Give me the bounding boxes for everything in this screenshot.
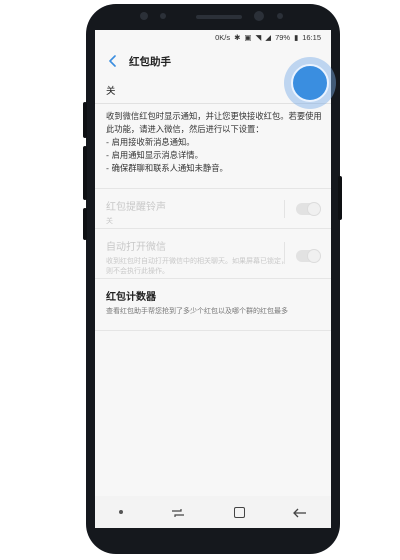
battery-icon: ▮ <box>294 32 299 42</box>
ringtone-toggle[interactable] <box>296 202 321 216</box>
volume-down-button <box>83 146 87 200</box>
back-arrow-icon[interactable] <box>292 503 307 522</box>
signal-icon: ◢ <box>265 32 272 42</box>
home-icon[interactable] <box>233 506 245 518</box>
nfc-icon: ▣ <box>244 32 252 42</box>
setting-title: 自动打开微信 <box>106 242 166 253</box>
description-line: - 启用通知显示消息详情。 <box>106 150 203 160</box>
chevron-left-icon[interactable] <box>103 51 123 71</box>
setting-subtitle: 关 <box>106 217 113 225</box>
page-title: 红包助手 <box>129 55 171 68</box>
front-camera <box>254 11 264 21</box>
description-line: - 确保群聊和联系人通知未静音。 <box>106 163 228 173</box>
sensor-dot <box>277 13 283 19</box>
setting-subtitle: 收到红包时自动打开微信中的相关聊天。如果屏幕已锁定，则不会执行此操作。 <box>106 257 288 275</box>
power-button <box>338 176 342 220</box>
description-text: 收到微信红包时显示通知，并让您更快接收红包。若要使用此功能，请进入微信，然后进行… <box>106 110 324 175</box>
nav-dot-icon <box>119 510 124 514</box>
divider <box>95 188 331 189</box>
bixby-button <box>83 208 87 240</box>
setting-title: 红包计数器 <box>106 292 156 303</box>
setting-subtitle: 查看红包助手帮您抢到了多少个红包以及哪个群的红包最多 <box>106 307 288 315</box>
wifi-icon: ◥ <box>255 32 262 42</box>
recent-apps-icon[interactable] <box>171 503 185 522</box>
divider <box>284 200 285 218</box>
divider <box>95 278 331 279</box>
network-speed: 0K/s <box>215 32 231 42</box>
earpiece-speaker <box>196 15 242 19</box>
master-switch-label: 关 <box>106 85 116 97</box>
volume-up-button <box>83 102 87 138</box>
sensor-dot <box>160 13 166 19</box>
bluetooth-icon: ✱ <box>234 32 241 42</box>
setting-auto-open[interactable]: 自动打开微信 收到红包时自动打开微信中的相关聊天。如果屏幕已锁定，则不会执行此操… <box>106 238 288 276</box>
description-line: - 启用接收新消息通知。 <box>106 137 195 147</box>
status-bar: 0K/s ✱ ▣ ◥ ◢ 79% ▮ 16:15 <box>95 30 331 44</box>
toggle-knob <box>307 249 321 263</box>
divider <box>95 228 331 229</box>
clock: 16:15 <box>302 32 321 42</box>
toggle-knob <box>307 202 321 216</box>
touch-indicator <box>291 64 329 102</box>
auto-open-toggle[interactable] <box>296 249 321 263</box>
battery-level: 79% <box>275 32 291 42</box>
setting-counter[interactable]: 红包计数器 查看红包助手帮您抢到了多少个红包以及哪个群的红包最多 <box>106 288 320 316</box>
setting-ringtone[interactable]: 红包提醒铃声 关 <box>106 198 320 226</box>
sensor-dot <box>140 12 148 20</box>
description-line: 收到微信红包时显示通知，并让您更快接收红包。若要使用此功能，请进入微信，然后进行… <box>106 111 322 134</box>
divider <box>284 242 285 264</box>
divider <box>95 330 331 331</box>
navigation-bar <box>95 496 331 528</box>
setting-title: 红包提醒铃声 <box>106 202 166 213</box>
